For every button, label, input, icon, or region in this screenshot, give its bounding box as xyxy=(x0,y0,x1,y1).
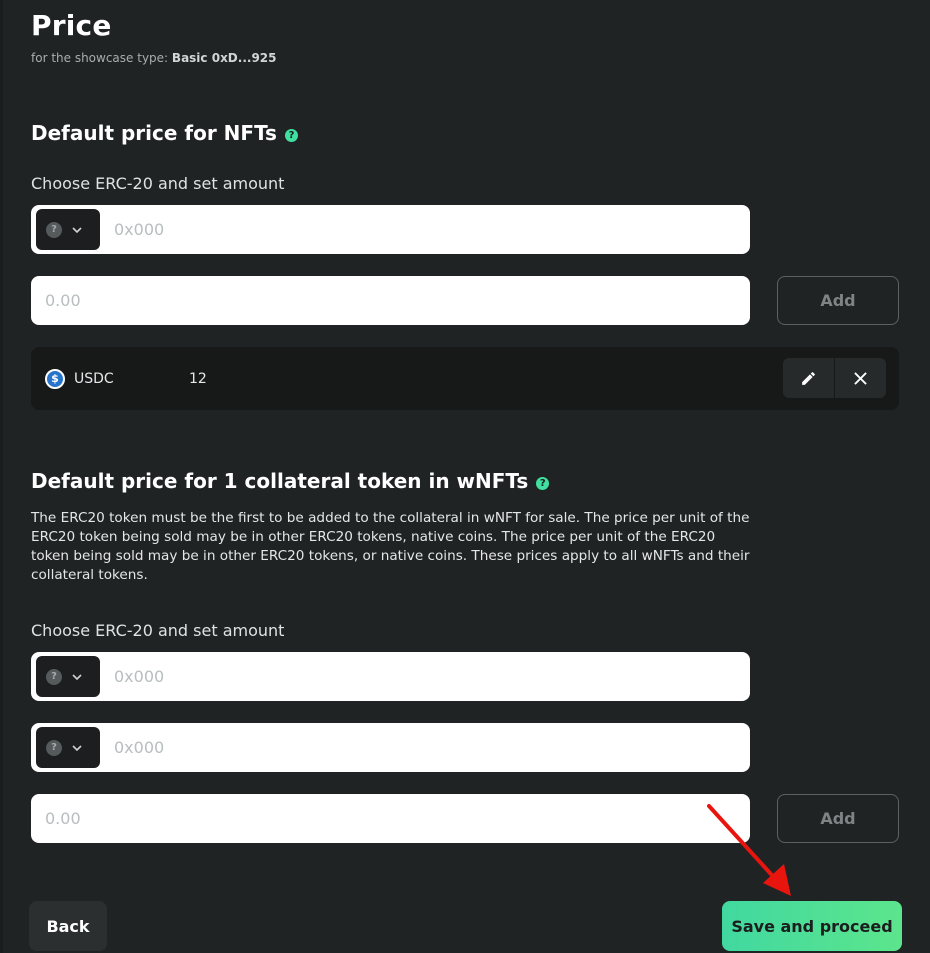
question-circle-icon: ? xyxy=(46,668,62,685)
collateral-description: The ERC20 token must be the first to be … xyxy=(31,510,750,583)
price-actions xyxy=(783,358,886,398)
help-icon[interactable]: ? xyxy=(284,128,298,142)
chevron-down-icon xyxy=(72,743,82,753)
back-button[interactable]: Back xyxy=(29,901,107,951)
chevron-down-icon xyxy=(72,672,82,682)
token-select-dropdown[interactable]: ? xyxy=(36,727,100,768)
payment-token-address-input[interactable] xyxy=(100,723,750,772)
subtitle-prefix: for the showcase type: xyxy=(31,51,169,65)
question-circle-icon: ? xyxy=(46,739,62,756)
nft-choose-label: Choose ERC-20 and set amount xyxy=(31,174,285,193)
page-subtitle: for the showcase type: Basic 0xD...925 xyxy=(31,51,277,65)
collateral-token-address-input[interactable] xyxy=(100,652,750,701)
payment-token-address-field: ? xyxy=(31,723,750,772)
nft-section-title-text: Default price for NFTs xyxy=(31,121,277,145)
chevron-down-icon xyxy=(72,225,82,235)
token-select-dropdown[interactable]: ? xyxy=(36,209,100,250)
amount-input[interactable] xyxy=(31,276,750,325)
collateral-amount-input[interactable] xyxy=(31,794,750,843)
collateral-token-address-field-1: ? xyxy=(31,652,750,701)
price-list-item: $ USDC 12 xyxy=(31,347,899,410)
help-icon[interactable]: ? xyxy=(536,476,550,490)
annotation-arrow xyxy=(707,804,791,896)
collateral-section-title: Default price for 1 collateral token in … xyxy=(31,469,550,493)
nft-section-title: Default price for NFTs ? xyxy=(31,121,298,145)
token-name: USDC xyxy=(74,370,114,387)
question-circle-icon: ? xyxy=(46,221,62,238)
pencil-icon xyxy=(802,371,815,385)
token-address-input[interactable] xyxy=(100,205,750,254)
collateral-choose-label: Choose ERC-20 and set amount xyxy=(31,621,285,640)
usdc-icon: $ xyxy=(45,368,65,389)
nft-amount-field xyxy=(31,276,750,325)
token-amount: 12 xyxy=(189,370,207,387)
save-and-proceed-button[interactable]: Save and proceed xyxy=(722,901,902,951)
collateral-amount-field xyxy=(31,794,750,843)
nft-token-address-field: ? xyxy=(31,205,750,254)
left-border xyxy=(0,0,3,953)
edit-button[interactable] xyxy=(783,358,834,398)
remove-button[interactable] xyxy=(835,358,886,398)
showcase-type-value: Basic 0xD...925 xyxy=(171,51,277,65)
close-icon xyxy=(854,371,867,385)
token-select-dropdown[interactable]: ? xyxy=(36,656,100,697)
page-title: Price xyxy=(31,9,112,42)
add-price-button[interactable]: Add xyxy=(777,276,899,325)
collateral-section-title-text: Default price for 1 collateral token in … xyxy=(31,469,529,493)
